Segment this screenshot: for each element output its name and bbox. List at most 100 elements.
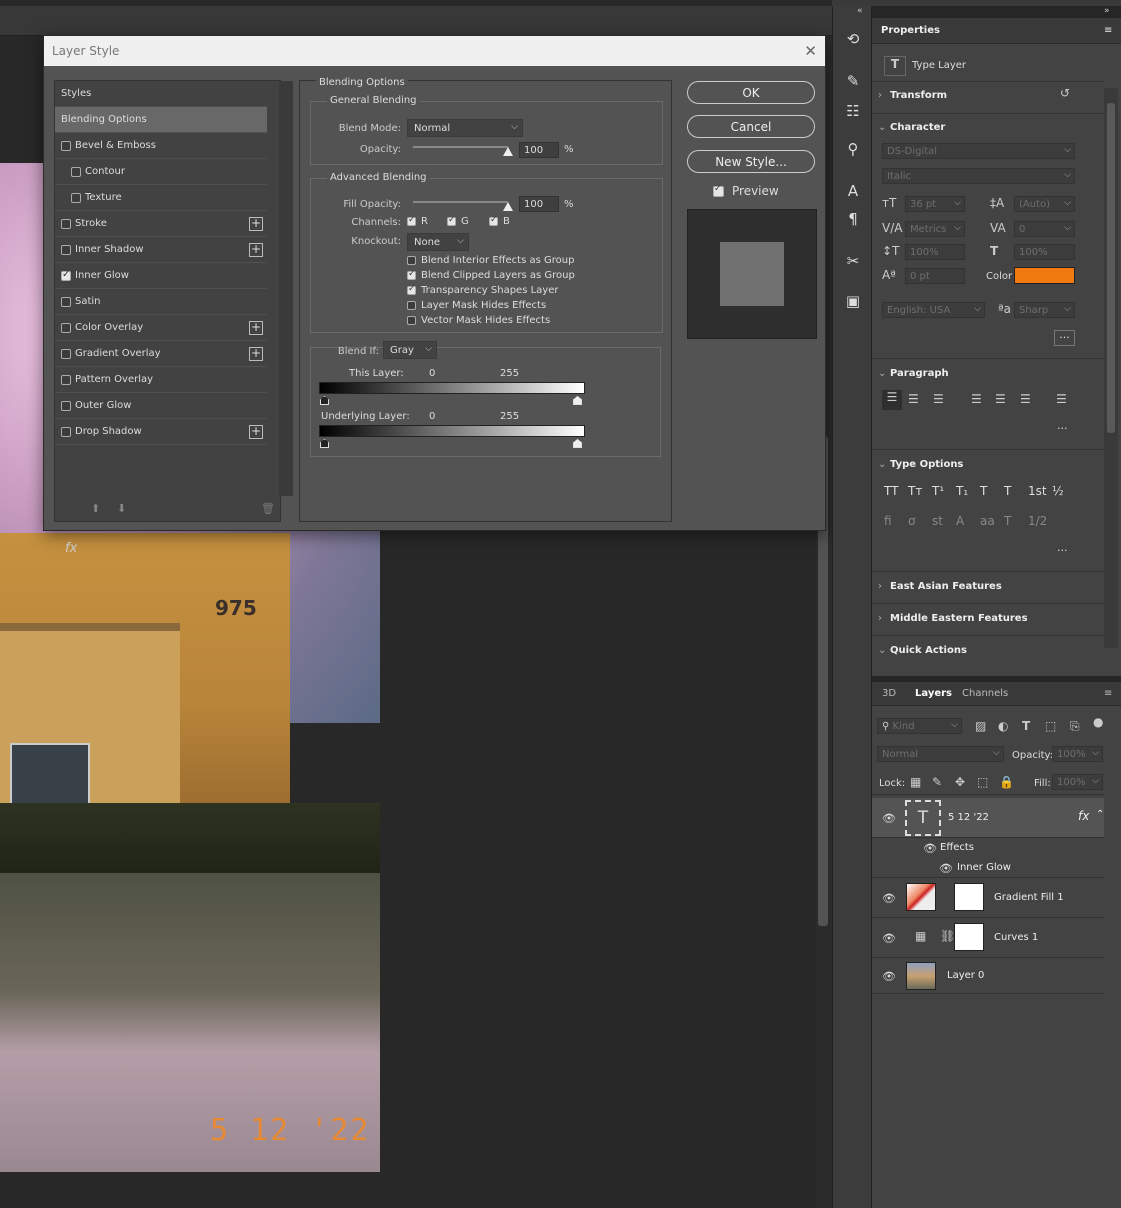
tab-channels[interactable]: Channels	[962, 688, 1008, 699]
type-option-glyph-5[interactable]: T	[1004, 484, 1011, 498]
knockout-dropdown[interactable]: None ⌵	[407, 233, 469, 251]
brush-icon[interactable]: ✎	[843, 72, 863, 90]
lock-transparent-icon[interactable]: ▦	[910, 775, 921, 789]
more-paragraph-options-icon[interactable]: ···	[1057, 422, 1068, 435]
justify-all-icon[interactable]: ☰	[1056, 392, 1067, 406]
tracking-dropdown[interactable]: 0 ⌵	[1014, 221, 1075, 237]
lock-move-icon[interactable]: ✥	[955, 775, 965, 789]
opacity-slider[interactable]	[413, 146, 508, 148]
fx-icon[interactable]: fx	[65, 541, 77, 556]
expand-icon[interactable]: »	[1104, 6, 1110, 16]
style-checkbox[interactable]	[61, 375, 71, 385]
fill-opacity-slider[interactable]	[413, 201, 508, 203]
blend-mode-dropdown[interactable]: Normal ⌵	[407, 119, 523, 137]
kerning-dropdown[interactable]: Metrics ⌵	[905, 221, 965, 237]
layer-name[interactable]: Layer 0	[947, 970, 984, 981]
history-icon[interactable]: ⟲	[843, 30, 863, 48]
lock-artboard-icon[interactable]: ⬚	[977, 775, 988, 789]
eye-icon[interactable]: 👁	[882, 812, 896, 825]
style-checkbox[interactable]	[71, 167, 81, 177]
style-item-color-overlay[interactable]: Color Overlay +	[55, 315, 267, 341]
blend-if-dropdown[interactable]: Gray ⌵	[383, 341, 437, 359]
transform-section[interactable]: › Transform	[878, 90, 947, 101]
adjustments-icon[interactable]: ☷	[843, 102, 863, 120]
type-option-glyph-0[interactable]: ﬁ	[884, 514, 892, 528]
horizontal-scale-input[interactable]: 100%	[1014, 244, 1075, 260]
align-center-icon[interactable]: ☰	[908, 392, 919, 406]
style-item-contour[interactable]: Contour	[55, 159, 267, 185]
properties-tab[interactable]: Properties	[881, 25, 940, 36]
tab-layers[interactable]: Layers	[915, 688, 952, 699]
underlying-black-thumb[interactable]	[320, 439, 329, 448]
font-family-dropdown[interactable]: DS-Digital ⌵	[882, 143, 1075, 159]
layer-name[interactable]: 5 12 '22	[948, 812, 989, 823]
inner-glow-effect-row[interactable]: 👁 Inner Glow	[872, 858, 1104, 878]
underlying-layer-gradient[interactable]	[319, 425, 585, 437]
panel-menu-icon[interactable]: ≡	[1104, 25, 1112, 36]
justify-right-icon[interactable]: ☰	[1020, 392, 1031, 406]
style-item-drop-shadow[interactable]: Drop Shadow +	[55, 419, 267, 445]
type-option-glyph-6[interactable]: 1st	[1028, 484, 1047, 498]
layer-name[interactable]: Gradient Fill 1	[994, 892, 1064, 903]
fill-opacity-slider-thumb[interactable]	[503, 202, 513, 211]
new-style-button[interactable]: New Style...	[687, 150, 815, 173]
lock-all-icon[interactable]: 🔒	[999, 775, 1014, 789]
type-option-glyph-3[interactable]: T₁	[956, 484, 968, 498]
eye-icon[interactable]: 👁	[939, 862, 953, 875]
eye-icon[interactable]: 👁	[882, 892, 896, 905]
type-option-glyph-1[interactable]: Tт	[908, 484, 922, 498]
add-effect-icon[interactable]: +	[249, 217, 263, 231]
type-option-glyph-2[interactable]: st	[932, 514, 943, 528]
style-item-inner-glow[interactable]: Inner Glow	[55, 263, 267, 289]
move-down-icon[interactable]: ⬇	[117, 502, 126, 515]
style-checkbox[interactable]	[61, 323, 71, 333]
justify-left-icon[interactable]: ☰	[971, 392, 982, 406]
lock-paint-icon[interactable]: ✎	[932, 775, 942, 789]
ok-button[interactable]: OK	[687, 81, 815, 104]
tool-presets-icon[interactable]: ✂	[843, 252, 863, 270]
tab-3d[interactable]: 3D	[882, 688, 896, 699]
text-color-swatch[interactable]	[1014, 267, 1075, 284]
type-option-glyph-0[interactable]: TT	[884, 484, 898, 498]
paragraph-section[interactable]: ⌄ Paragraph	[878, 368, 949, 379]
layers-opacity-input[interactable]: 100% ⌵	[1052, 746, 1103, 762]
layer-row-image[interactable]: 👁 Layer 0	[872, 958, 1104, 994]
trash-icon[interactable]: 🗑	[261, 502, 275, 515]
eye-icon[interactable]: 👁	[882, 970, 896, 983]
fx-icon[interactable]: fx	[1078, 809, 1089, 823]
style-checkbox[interactable]	[71, 193, 81, 203]
properties-scrollbar[interactable]	[1104, 88, 1118, 648]
vertical-scale-input[interactable]: 100%	[905, 244, 965, 260]
style-item-inner-shadow[interactable]: Inner Shadow +	[55, 237, 267, 263]
type-option-glyph-4[interactable]: T	[980, 484, 987, 498]
layers-fill-input[interactable]: 100% ⌵	[1052, 774, 1103, 790]
style-checkbox[interactable]	[61, 297, 71, 307]
link-icon[interactable]: ⛓	[940, 929, 955, 943]
filter-smart-object-icon[interactable]: ⎘	[1070, 719, 1080, 734]
underlying-white-thumb[interactable]	[573, 439, 582, 448]
type-option-glyph-4[interactable]: aa	[980, 514, 995, 528]
character-section[interactable]: ⌄ Character	[878, 122, 945, 133]
this-layer-gradient[interactable]	[319, 382, 585, 394]
font-style-dropdown[interactable]: Italic ⌵	[882, 168, 1075, 184]
filter-type-icon[interactable]: T	[1022, 719, 1030, 733]
language-dropdown[interactable]: English: USA ⌵	[882, 302, 985, 318]
type-option-glyph-1[interactable]: ơ	[908, 514, 915, 528]
justify-center-icon[interactable]: ☰	[995, 392, 1006, 406]
effects-row[interactable]: 👁 Effects	[872, 838, 1104, 858]
dialog-title-bar[interactable]: Layer Style	[44, 36, 825, 66]
style-item-satin[interactable]: Satin	[55, 289, 267, 315]
properties-scroll-thumb[interactable]	[1107, 103, 1115, 433]
type-options-section[interactable]: ⌄ Type Options	[878, 459, 963, 470]
filter-shape-icon[interactable]: ⬚	[1045, 719, 1056, 733]
style-checkbox[interactable]	[61, 245, 71, 255]
style-item-stroke[interactable]: Stroke +	[55, 211, 267, 237]
style-item-outer-glow[interactable]: Outer Glow	[55, 393, 267, 419]
style-checkbox[interactable]	[61, 349, 71, 359]
add-effect-icon[interactable]: +	[249, 243, 263, 257]
eye-icon[interactable]: 👁	[923, 842, 937, 855]
clone-source-icon[interactable]: ⚲	[843, 140, 863, 158]
artboard-icon[interactable]: ▣	[843, 292, 863, 310]
opacity-slider-thumb[interactable]	[503, 147, 513, 156]
style-item-gradient-overlay[interactable]: Gradient Overlay +	[55, 341, 267, 367]
